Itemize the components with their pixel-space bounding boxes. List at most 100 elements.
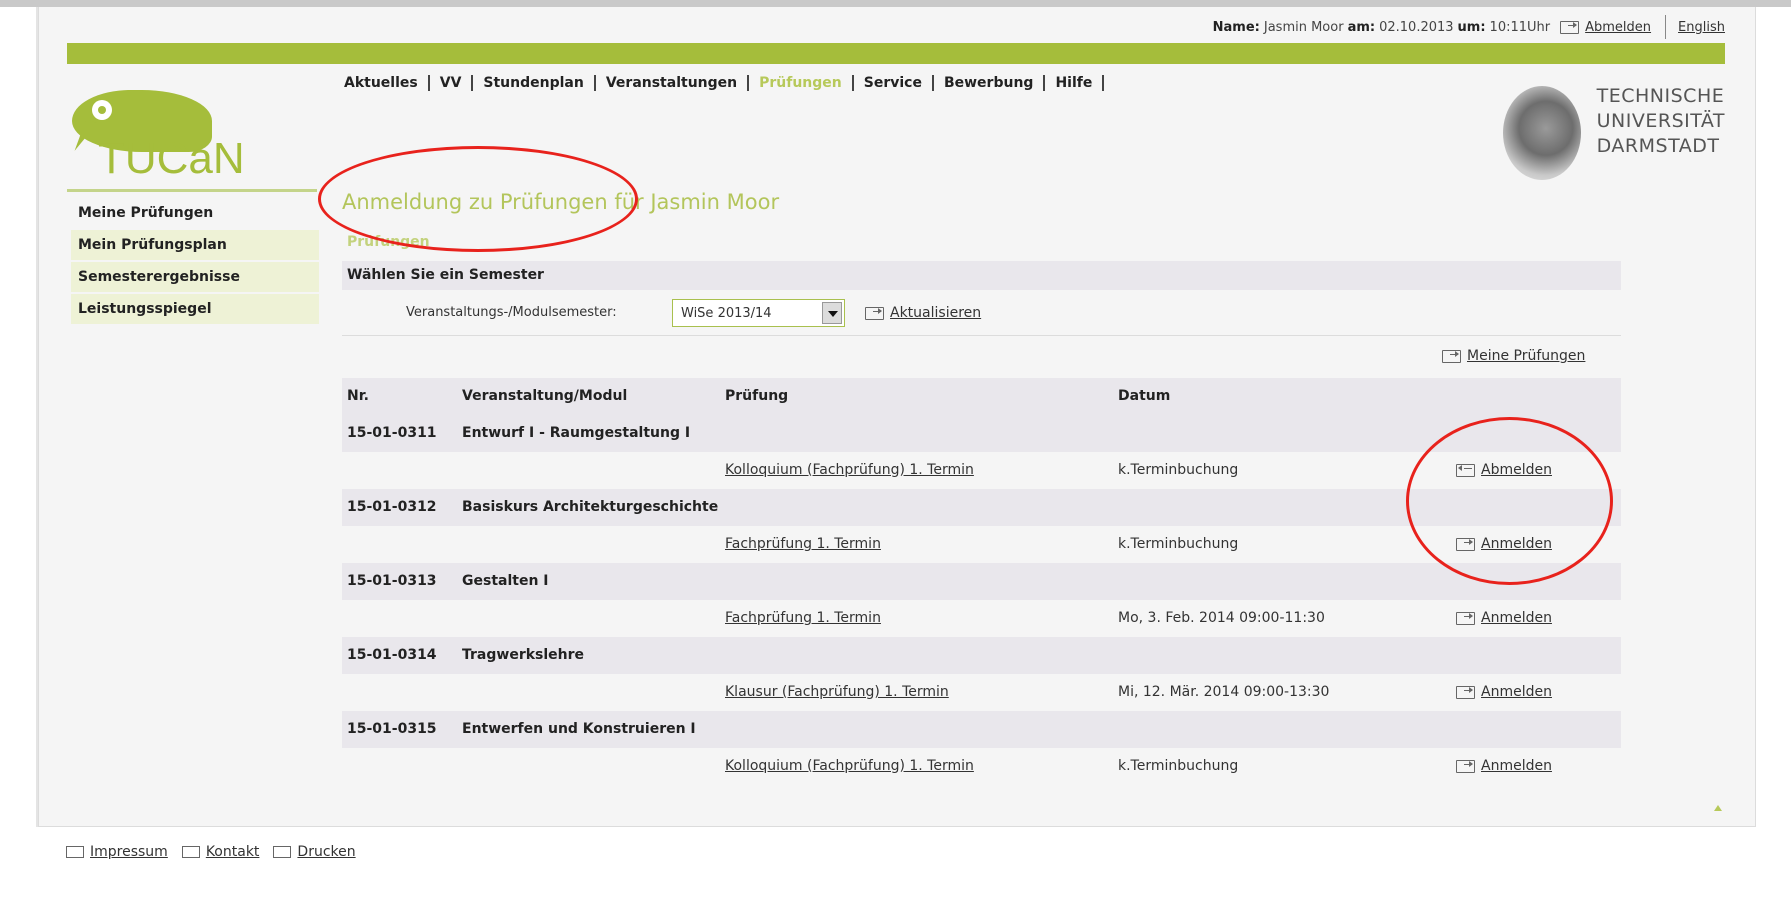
nav-aktuelles[interactable]: Aktuelles <box>344 75 430 91</box>
scroll-top-icon[interactable] <box>1714 805 1722 811</box>
browser-top-strip <box>0 0 1791 7</box>
module-row: 15-01-0313 Gestalten I <box>342 563 1621 600</box>
exam-date: k.Terminbuchung <box>1118 536 1239 552</box>
register-icon <box>1456 612 1475 625</box>
exam-link[interactable]: Kolloquium (Fachprüfung) 1. Termin <box>725 748 974 785</box>
module-row: 15-01-0314 Tragwerkslehre <box>342 637 1621 674</box>
divider <box>1665 15 1667 39</box>
university-name: TECHNISCHE UNIVERSITÄT DARMSTADT <box>1597 84 1725 159</box>
exam-action: Anmelden <box>1450 674 1552 711</box>
nav-pruefungen[interactable]: Prüfungen <box>749 75 854 91</box>
module-name: Tragwerkslehre <box>462 647 585 663</box>
user-name: Jasmin Moor <box>1263 19 1344 35</box>
header-date: Datum <box>1118 388 1171 404</box>
semester-heading: Wählen Sie ein Semester <box>347 267 544 283</box>
exam-link[interactable]: Fachprüfung 1. Termin <box>725 600 881 637</box>
time-label: um: <box>1457 19 1486 35</box>
exam-date: k.Terminbuchung <box>1118 758 1239 774</box>
exam-link[interactable]: Klausur (Fachprüfung) 1. Termin <box>725 674 949 711</box>
login-time: 10:11Uhr <box>1489 19 1551 35</box>
header-exam: Prüfung <box>725 388 789 404</box>
login-date: 02.10.2013 <box>1379 19 1454 35</box>
sidebar: Meine Prüfungen Mein Prüfungsplan Semest… <box>71 198 319 326</box>
my-exams-action: Meine Prüfungen <box>1436 348 1585 364</box>
register-link[interactable]: Anmelden <box>1481 748 1552 785</box>
impressum-link[interactable]: Impressum <box>90 844 168 860</box>
drucken-link[interactable]: Drucken <box>297 844 355 860</box>
university-name-line2: UNIVERSITÄT <box>1596 110 1725 132</box>
my-exams-icon <box>1442 349 1461 363</box>
nav-service[interactable]: Service <box>854 75 934 91</box>
register-link[interactable]: Anmelden <box>1481 600 1552 637</box>
semester-selector-row: Veranstaltungs-/Modulsemester: WiSe 2013… <box>342 296 1621 336</box>
footer-item-impressum: Impressum <box>66 844 168 860</box>
logo-eye-icon <box>92 100 112 120</box>
exam-action: Anmelden <box>1450 748 1552 785</box>
module-nr: 15-01-0313 <box>347 573 437 589</box>
header-module: Veranstaltung/Modul <box>462 388 628 404</box>
refresh-link[interactable]: Aktualisieren <box>890 305 981 321</box>
table-header-row: Nr. Veranstaltung/Modul Prüfung Datum <box>342 378 1621 415</box>
sidebar-item-leistungsspiegel[interactable]: Leistungsspiegel <box>71 294 319 326</box>
nav-stundenplan[interactable]: Stundenplan <box>473 75 596 91</box>
sidebar-item-semesterergebnisse[interactable]: Semesterergebnisse <box>71 262 319 294</box>
semester-heading-bar: Wählen Sie ein Semester <box>342 261 1621 290</box>
university-name-line1: TECHNISCHE <box>1596 85 1725 107</box>
logout-link[interactable]: Abmelden <box>1585 20 1651 35</box>
main-navigation: Aktuelles VV Stundenplan Veranstaltungen… <box>344 75 1105 91</box>
module-nr: 15-01-0311 <box>347 425 437 441</box>
university-seal-icon <box>1502 86 1581 180</box>
university-logo[interactable]: TECHNISCHE UNIVERSITÄT DARMSTADT <box>1502 84 1725 180</box>
sidebar-item-pruefungsplan[interactable]: Mein Prüfungsplan <box>71 230 319 262</box>
my-exams-link[interactable]: Meine Prüfungen <box>1467 348 1585 364</box>
module-row: 15-01-0315 Entwerfen und Konstruieren I <box>342 711 1621 748</box>
chevron-down-icon[interactable] <box>822 302 842 324</box>
name-label: Name: <box>1212 19 1260 35</box>
module-name: Gestalten I <box>462 573 549 589</box>
footer-item-kontakt: Kontakt <box>181 844 260 860</box>
exam-table: Nr. Veranstaltung/Modul Prüfung Datum 15… <box>342 378 1621 785</box>
mail-icon <box>181 846 200 858</box>
header-nr: Nr. <box>347 388 369 404</box>
highlight-circle-actions <box>1406 417 1613 585</box>
logo-text: TUCaN <box>98 134 245 183</box>
exam-date: Mo, 3. Feb. 2014 09:00-11:30 <box>1118 610 1325 626</box>
semester-label: Veranstaltungs-/Modulsemester: <box>406 305 617 320</box>
tucan-logo[interactable]: TUCaN <box>70 88 270 188</box>
semester-select[interactable]: WiSe 2013/14 <box>672 299 845 327</box>
nav-hilfe[interactable]: Hilfe <box>1045 75 1105 91</box>
module-nr: 15-01-0315 <box>347 721 437 737</box>
kontakt-link[interactable]: Kontakt <box>206 844 260 860</box>
sidebar-item-meine-pruefungen[interactable]: Meine Prüfungen <box>71 198 319 230</box>
user-info-bar: Name: Jasmin Moor am: 02.10.2013 um: 10:… <box>1212 15 1725 39</box>
register-icon <box>1456 760 1475 773</box>
module-name: Basiskurs Architekturgeschichte <box>462 499 719 515</box>
nav-bewerbung[interactable]: Bewerbung <box>934 75 1046 91</box>
nav-veranstaltungen[interactable]: Veranstaltungen <box>596 75 750 91</box>
footer-item-drucken: Drucken <box>273 844 356 860</box>
university-name-line3: DARMSTADT <box>1596 135 1720 157</box>
semester-select-value: WiSe 2013/14 <box>681 305 772 321</box>
register-link[interactable]: Anmelden <box>1481 674 1552 711</box>
logout-icon <box>1560 20 1580 34</box>
nav-vv[interactable]: VV <box>430 75 474 91</box>
module-name: Entwerfen und Konstruieren I <box>462 721 696 737</box>
exam-row: Klausur (Fachprüfung) 1. Termin Mi, 12. … <box>342 674 1621 711</box>
exam-date: Mi, 12. Mär. 2014 09:00-13:30 <box>1118 684 1330 700</box>
exam-action: Anmelden <box>1450 600 1552 637</box>
header-accent-bar <box>67 43 1725 64</box>
refresh-icon <box>865 306 884 320</box>
exam-link[interactable]: Kolloquium (Fachprüfung) 1. Termin <box>725 452 974 489</box>
module-name: Entwurf I - Raumgestaltung I <box>462 425 691 441</box>
exam-row: Kolloquium (Fachprüfung) 1. Termin k.Ter… <box>342 748 1621 785</box>
exam-link[interactable]: Fachprüfung 1. Termin <box>725 526 881 563</box>
date-label: am: <box>1347 19 1376 35</box>
footer: Impressum Kontakt Drucken <box>66 844 370 860</box>
logo-underline <box>67 189 317 192</box>
impressum-icon <box>66 846 84 858</box>
register-icon <box>1456 686 1475 699</box>
module-nr: 15-01-0312 <box>347 499 437 515</box>
print-icon <box>273 846 292 858</box>
module-nr: 15-01-0314 <box>347 647 437 663</box>
language-link[interactable]: English <box>1678 20 1725 35</box>
